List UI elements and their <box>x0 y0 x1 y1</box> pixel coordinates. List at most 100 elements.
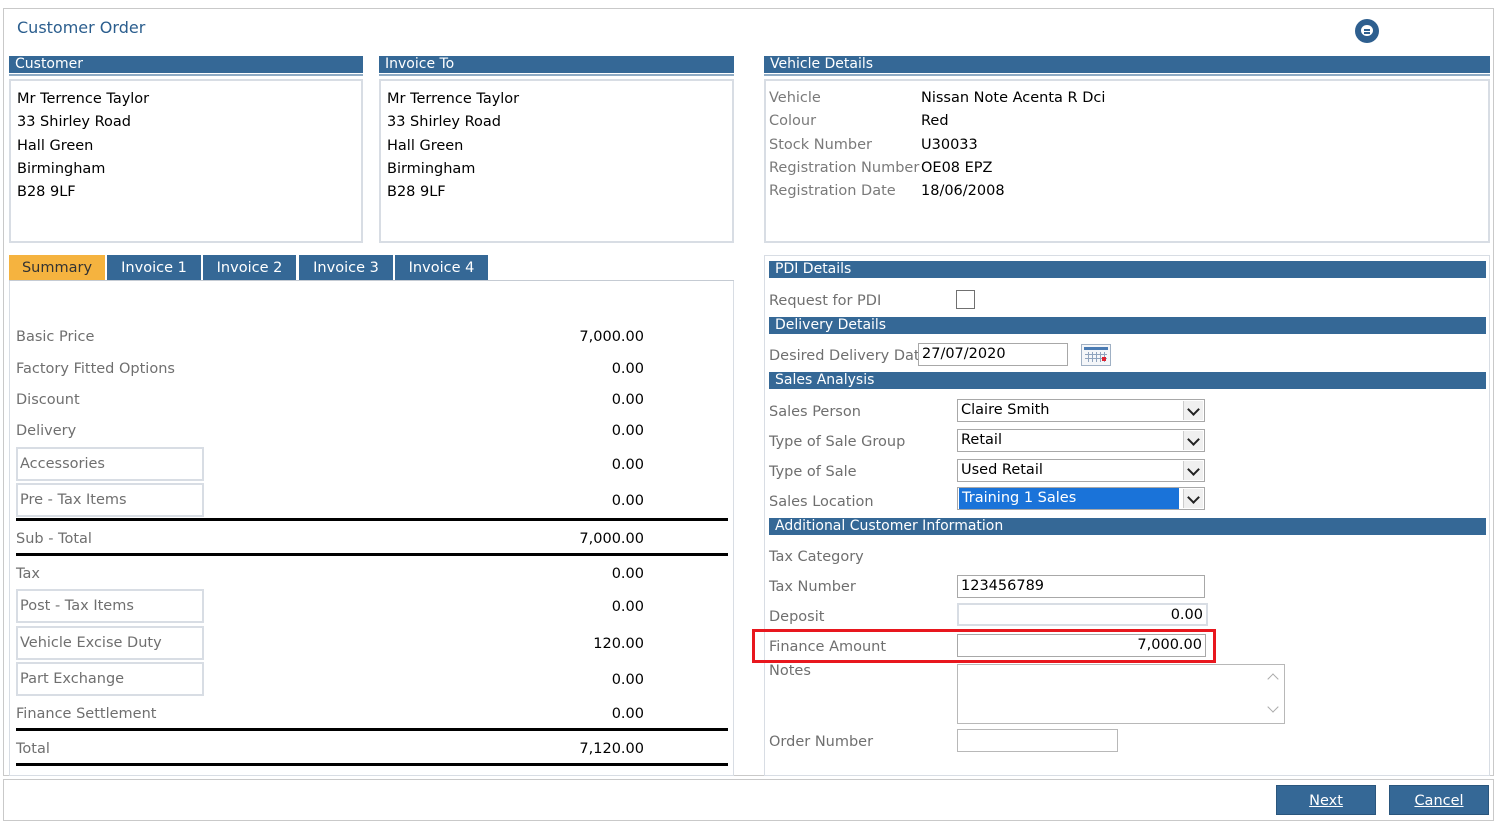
pdi-details-header: PDI Details <box>769 261 1486 278</box>
pre-tax-items-value: 0.00 <box>611 493 644 509</box>
tab-invoice-3[interactable]: Invoice 3 <box>299 255 393 281</box>
next-button-label: Next <box>1309 793 1343 809</box>
tax-row: Tax 0.00 <box>16 563 646 585</box>
page-title: Customer Order <box>17 18 146 37</box>
customer-address-line: B28 9LF <box>17 184 76 201</box>
sub-total-row: Sub - Total 7,000.00 <box>16 528 646 550</box>
request-pdi-label: Request for PDI <box>769 293 882 309</box>
type-of-sale-select[interactable]: Used Retail <box>957 459 1205 482</box>
part-exchange-button[interactable]: Part Exchange <box>16 662 204 696</box>
discount-label: Discount <box>16 392 80 408</box>
order-number-label: Order Number <box>769 734 874 750</box>
post-tax-items-button[interactable]: Post - Tax Items <box>16 589 204 623</box>
sub-total-label: Sub - Total <box>16 531 92 547</box>
chevron-down-icon[interactable] <box>1183 401 1203 420</box>
order-number-input[interactable] <box>957 729 1118 752</box>
cancel-button[interactable]: Cancel <box>1389 785 1489 815</box>
vehicle-details-header-label: Vehicle Details <box>770 56 874 72</box>
type-of-sale-label: Type of Sale <box>769 464 857 480</box>
invoice-to-address-line: Mr Terrence Taylor <box>387 91 520 107</box>
registration-number-value: OE08 EPZ <box>921 160 993 176</box>
accessories-value: 0.00 <box>611 457 644 473</box>
registration-date-value: 18/06/2008 <box>921 183 1005 199</box>
request-pdi-checkbox[interactable] <box>956 290 975 309</box>
chevron-down-icon[interactable] <box>1267 701 1279 713</box>
total-row: Total 7,120.00 <box>16 738 646 760</box>
calendar-icon[interactable] <box>1081 344 1111 366</box>
vehicle-excise-duty-button[interactable]: Vehicle Excise Duty <box>16 626 204 660</box>
basic-price-row: Basic Price 7,000.00 <box>16 326 646 348</box>
delivery-label: Delivery <box>16 423 77 439</box>
stock-number-label: Stock Number <box>769 137 872 153</box>
notes-textarea[interactable] <box>957 664 1285 724</box>
footer-bar <box>3 779 1494 821</box>
chevron-down-icon[interactable] <box>1183 431 1203 450</box>
tax-number-label: Tax Number <box>769 579 856 595</box>
total-value: 7,120.00 <box>579 741 644 757</box>
customer-header-label: Customer <box>15 56 84 72</box>
invoice-to-address-line: Hall Green <box>387 137 464 154</box>
tax-number-input[interactable]: 123456789 <box>957 575 1205 598</box>
colour-label: Colour <box>769 113 817 129</box>
invoice-to-address-line: Birmingham <box>387 160 476 177</box>
subtotal-bottom-divider <box>16 553 728 556</box>
subtotal-divider <box>16 518 728 521</box>
sale-group-value: Retail <box>961 432 1002 448</box>
sale-group-select[interactable]: Retail <box>957 429 1205 452</box>
part-exchange-value: 0.00 <box>611 672 644 688</box>
post-tax-items-value: 0.00 <box>611 599 644 615</box>
sales-location-select[interactable]: Training 1 Sales <box>957 487 1205 510</box>
accessories-button[interactable]: Accessories <box>16 447 204 481</box>
finance-settlement-label: Finance Settlement <box>16 706 157 722</box>
customer-header: Customer <box>9 56 363 76</box>
invoice-to-address-line: B28 9LF <box>387 184 446 201</box>
tax-label: Tax <box>16 566 40 582</box>
deposit-input[interactable]: 0.00 <box>957 603 1208 626</box>
additional-info-header: Additional Customer Information <box>769 518 1486 535</box>
vehicle-details-header: Vehicle Details <box>764 56 1490 76</box>
tax-category-label: Tax Category <box>769 549 864 565</box>
tab-summary[interactable]: Summary <box>9 255 105 281</box>
cancel-button-label: Cancel <box>1414 793 1464 809</box>
invoice-to-header: Invoice To <box>379 56 734 76</box>
next-button[interactable]: Next <box>1276 785 1376 815</box>
customer-address-box: Mr Terrence Taylor 33 Shirley Road Hall … <box>9 79 363 243</box>
customer-address-line: 33 Shirley Road <box>17 114 131 131</box>
delivery-details-header: Delivery Details <box>769 317 1486 334</box>
chat-bubble-icon[interactable] <box>1355 19 1379 43</box>
desired-delivery-date-label: Desired Delivery Date <box>769 348 929 364</box>
pre-tax-items-button[interactable]: Pre - Tax Items <box>16 483 204 517</box>
discount-value: 0.00 <box>611 392 644 408</box>
total-bottom-divider <box>16 763 728 766</box>
sales-person-value: Claire Smith <box>961 402 1050 418</box>
customer-address-line: Hall Green <box>17 137 94 154</box>
registration-date-label: Registration Date <box>769 183 896 199</box>
basic-price-label: Basic Price <box>16 329 95 345</box>
vehicle-value: Nissan Note Acenta R Dci <box>921 90 1106 106</box>
sale-group-label: Type of Sale Group <box>769 434 906 450</box>
total-label: Total <box>16 741 50 757</box>
chevron-up-icon[interactable] <box>1267 673 1279 685</box>
finance-amount-highlight <box>752 629 1216 663</box>
basic-price-value: 7,000.00 <box>579 329 644 345</box>
type-of-sale-value: Used Retail <box>961 462 1043 478</box>
chevron-down-icon[interactable] <box>1183 489 1203 508</box>
factory-options-label: Factory Fitted Options <box>16 361 175 377</box>
customer-address-line: Birmingham <box>17 160 106 177</box>
finance-settlement-value: 0.00 <box>611 706 644 722</box>
notes-scrollbar[interactable] <box>1264 665 1284 723</box>
tab-invoice-4[interactable]: Invoice 4 <box>395 255 488 281</box>
tab-invoice-2[interactable]: Invoice 2 <box>203 255 296 281</box>
deposit-label: Deposit <box>769 609 825 625</box>
factory-options-value: 0.00 <box>611 361 644 377</box>
factory-options-row: Factory Fitted Options 0.00 <box>16 358 646 380</box>
tab-invoice-1[interactable]: Invoice 1 <box>107 255 201 281</box>
registration-number-label: Registration Number <box>769 160 920 176</box>
tax-value: 0.00 <box>611 566 644 582</box>
customer-address-line: Mr Terrence Taylor <box>17 91 150 107</box>
sales-person-select[interactable]: Claire Smith <box>957 399 1205 422</box>
invoice-to-header-label: Invoice To <box>385 56 455 72</box>
desired-delivery-date-input[interactable]: 27/07/2020 <box>918 343 1068 366</box>
chevron-down-icon[interactable] <box>1183 461 1203 480</box>
vehicle-excise-duty-value: 120.00 <box>593 636 644 652</box>
